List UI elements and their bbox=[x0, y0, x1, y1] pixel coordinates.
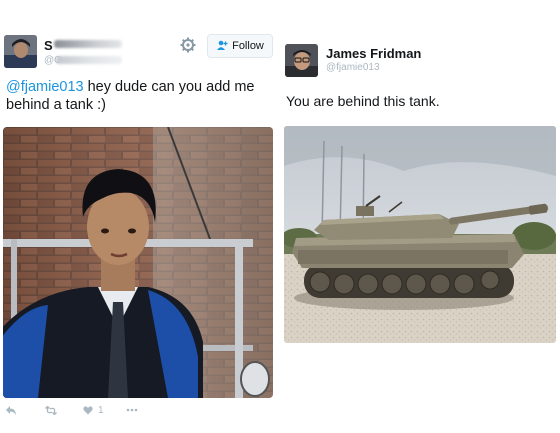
likes-count: 1 bbox=[98, 404, 104, 416]
author-name[interactable]: S bbox=[44, 38, 53, 53]
add-user-icon bbox=[216, 40, 228, 53]
gear-icon[interactable] bbox=[180, 37, 196, 53]
author-name[interactable]: James Fridman bbox=[326, 46, 421, 61]
left-tweet: S @G Follow @fjamie013 hey dude can you … bbox=[0, 0, 280, 433]
follow-button[interactable]: Follow bbox=[207, 34, 273, 58]
tweet-text: You are behind this tank. bbox=[286, 93, 440, 109]
mention-link[interactable]: @fjamie013 bbox=[6, 79, 84, 95]
reply-icon[interactable] bbox=[6, 405, 16, 415]
avatar[interactable] bbox=[4, 35, 37, 68]
selfie-photo[interactable] bbox=[3, 127, 273, 398]
tank-photo[interactable] bbox=[284, 126, 556, 343]
retweet-icon[interactable] bbox=[45, 405, 57, 415]
avatar[interactable] bbox=[285, 44, 318, 77]
tweet-text: @fjamie013 hey dude can you add me behin… bbox=[6, 78, 268, 114]
follow-label: Follow bbox=[232, 40, 264, 52]
heart-icon[interactable] bbox=[83, 405, 93, 415]
author-name-redaction bbox=[54, 40, 122, 48]
author-handle-redaction bbox=[56, 56, 122, 64]
tweet-actions: 1 bbox=[4, 403, 138, 417]
author-handle[interactable]: @fjamie013 bbox=[326, 62, 380, 73]
more-icon[interactable] bbox=[126, 408, 138, 412]
